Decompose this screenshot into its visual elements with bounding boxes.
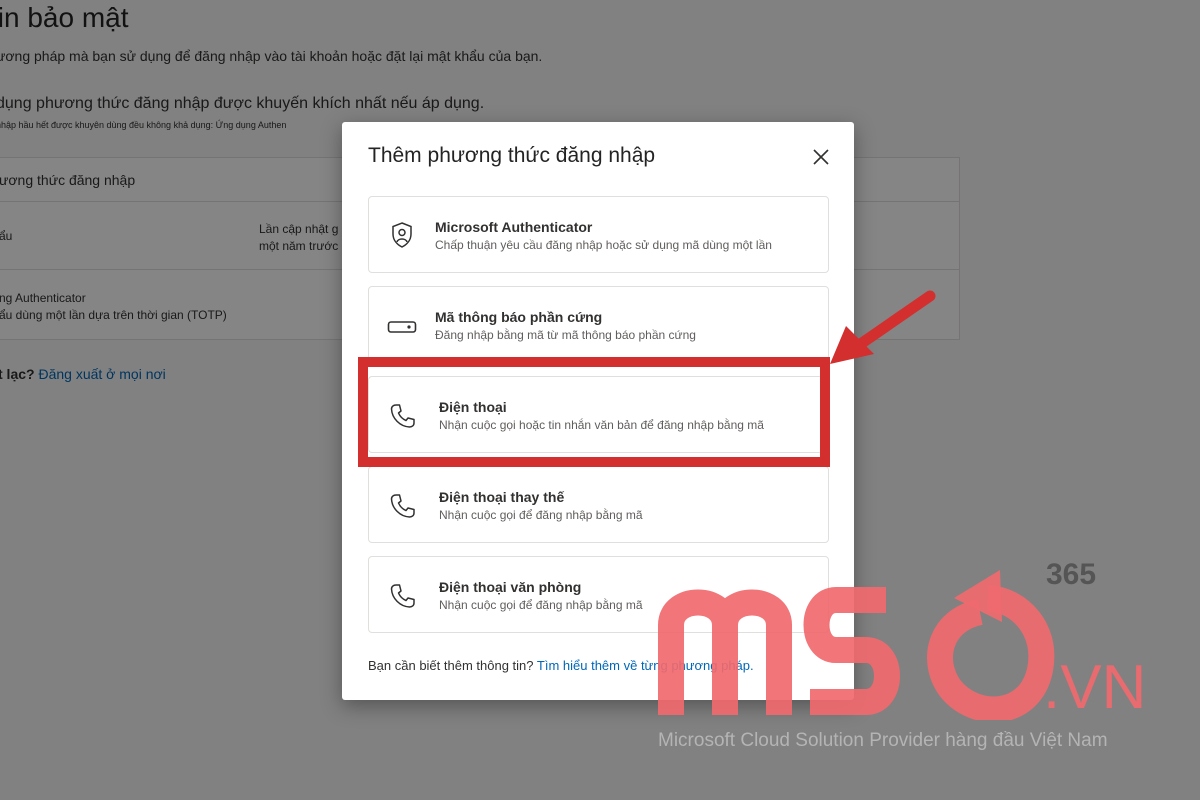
option-hardware-token[interactable]: Mã thông báo phần cứng Đăng nhập bằng mã… [368,286,829,363]
option-subtitle: Nhận cuộc gọi để đăng nhập bằng mã [439,508,643,522]
hardware-token-icon [387,321,417,333]
option-microsoft-authenticator[interactable]: Microsoft Authenticator Chấp thuận yêu c… [368,196,829,273]
footer-text: Bạn cần biết thêm thông tin? [368,658,534,673]
dialog-title: Thêm phương thức đăng nhập [368,144,656,167]
option-alternate-phone[interactable]: Điện thoại thay thế Nhận cuộc gọi để đăn… [368,466,829,543]
option-title: Microsoft Authenticator [435,219,593,235]
option-title: Điện thoại văn phòng [439,579,582,595]
option-subtitle: Nhận cuộc gọi để đăng nhập bằng mã [439,598,643,612]
option-title: Điện thoại thay thế [439,489,565,505]
watermark-domain: .VN [1043,653,1146,720]
arrow-annotation-icon [830,290,936,364]
watermark-tagline: Microsoft Cloud Solution Provider hàng đ… [658,730,1108,751]
phone-icon [390,584,415,608]
mso-watermark-logo: 365 .VN [658,560,1146,720]
phone-icon [390,494,415,518]
highlight-box [358,357,830,467]
close-button[interactable] [808,144,834,170]
watermark-superscript: 365 [1046,560,1096,591]
authenticator-lock-icon [392,222,412,248]
close-icon [813,149,829,165]
option-title: Mã thông báo phần cứng [435,309,603,325]
option-subtitle: Chấp thuận yêu cầu đăng nhập hoặc sử dụn… [435,238,772,252]
option-subtitle: Đăng nhập bằng mã từ mã thông báo phần c… [435,328,696,342]
